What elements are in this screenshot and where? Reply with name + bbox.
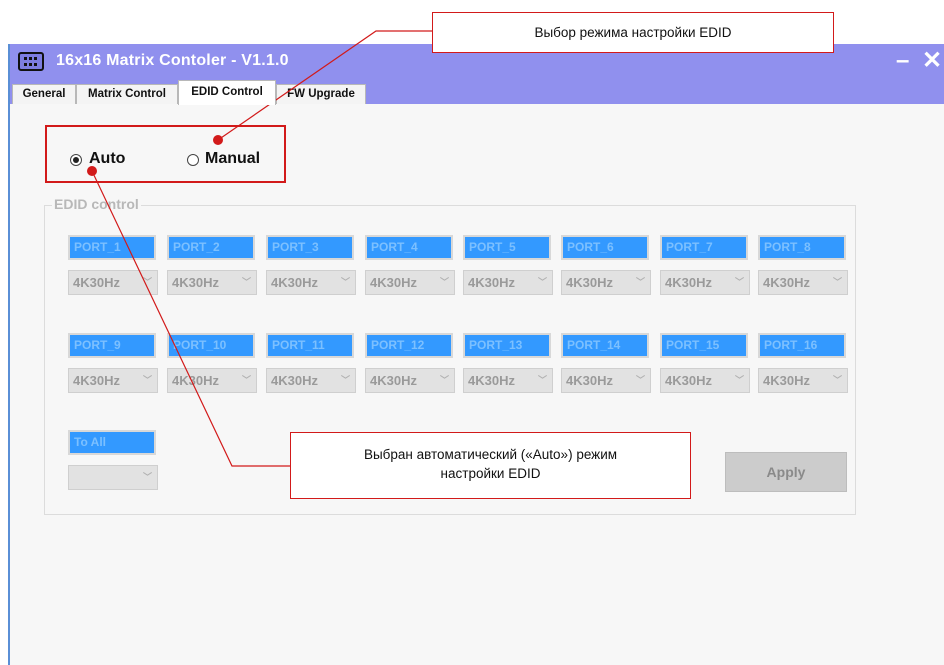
bottom-callout: Выбран автоматический («Auto») режим нас… [290,432,691,499]
tab-edid-control[interactable]: EDID Control [178,80,276,105]
bottom-callout-line1: Выбран автоматический («Auto») режим [363,447,618,462]
annotation-lines [87,30,432,467]
bottom-callout-line2: настройки EDID [440,466,541,481]
top-callout: Выбор режима настройки EDID [432,12,834,53]
